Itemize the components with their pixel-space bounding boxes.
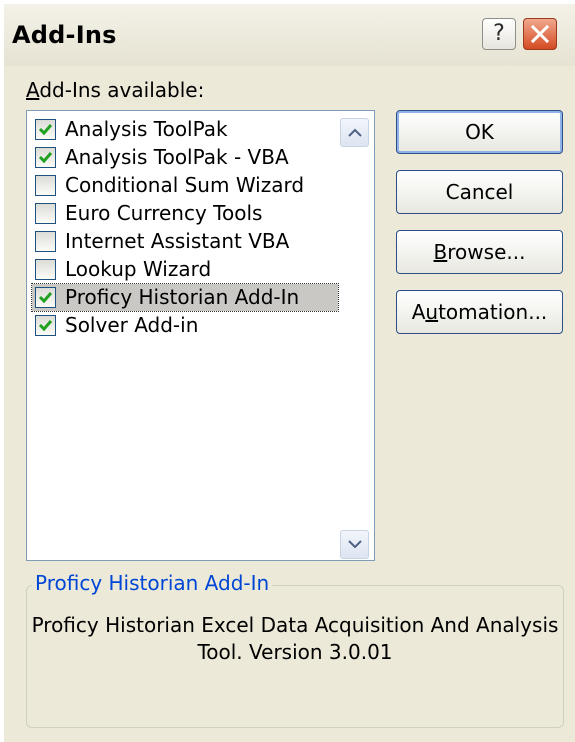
checkbox[interactable] xyxy=(35,287,56,308)
checkbox[interactable] xyxy=(35,147,56,168)
checkmark-icon xyxy=(38,292,53,304)
list-item[interactable]: Internet Assistant VBA xyxy=(32,228,338,255)
checkbox[interactable] xyxy=(35,203,56,224)
description-line-2: Tool. Version 3.0.01 xyxy=(197,640,393,664)
close-button[interactable] xyxy=(523,18,557,50)
add-ins-listbox[interactable]: Analysis ToolPak Analysis ToolPak - VBA Co… xyxy=(26,110,375,561)
browse-button[interactable]: Browse... xyxy=(396,230,563,274)
list-item[interactable]: Euro Currency Tools xyxy=(32,200,338,227)
group-title: Proficy Historian Add-In xyxy=(32,571,273,595)
add-in-description: Proficy Historian Excel Data Acquisition… xyxy=(26,612,564,666)
list-item[interactable]: Analysis ToolPak xyxy=(32,116,338,143)
checkbox[interactable] xyxy=(35,259,56,280)
list-item[interactable]: Lookup Wizard xyxy=(32,256,338,283)
checkbox[interactable] xyxy=(35,231,56,252)
list-item-label: Analysis ToolPak xyxy=(65,117,228,141)
list-item-label: Internet Assistant VBA xyxy=(65,229,290,253)
checkbox[interactable] xyxy=(35,119,56,140)
add-ins-dialog: Add-Ins ? Add-Ins available: Analysis To… xyxy=(4,4,575,742)
chevron-down-icon xyxy=(348,540,362,549)
checkbox[interactable] xyxy=(35,175,56,196)
list-item-label: Analysis ToolPak - VBA xyxy=(65,145,289,169)
checkmark-icon xyxy=(38,320,53,332)
list-item-label: Lookup Wizard xyxy=(65,257,212,281)
chevron-up-icon xyxy=(348,128,362,137)
list-item-label: Solver Add-in xyxy=(65,313,199,337)
list-item[interactable]: Proficy Historian Add-In xyxy=(31,283,339,312)
description-line-1: Proficy Historian Excel Data Acquisition… xyxy=(31,613,559,637)
automation-button[interactable]: Automation... xyxy=(396,290,563,334)
list-item-label: Conditional Sum Wizard xyxy=(65,173,305,197)
scroll-down-button[interactable] xyxy=(340,530,369,559)
cancel-button[interactable]: Cancel xyxy=(396,170,563,214)
list-item-label: Proficy Historian Add-In xyxy=(65,285,300,309)
list-item-label: Euro Currency Tools xyxy=(65,201,263,225)
help-button[interactable]: ? xyxy=(482,18,516,50)
checkbox[interactable] xyxy=(35,315,56,336)
list-item[interactable]: Analysis ToolPak - VBA xyxy=(32,144,338,171)
dialog-title: Add-Ins xyxy=(12,21,117,49)
scroll-up-button[interactable] xyxy=(340,118,369,147)
add-ins-available-label: Add-Ins available: xyxy=(26,78,205,102)
list-item[interactable]: Conditional Sum Wizard xyxy=(32,172,338,199)
close-icon xyxy=(531,25,549,43)
list-item[interactable]: Solver Add-in xyxy=(32,312,338,339)
ok-button[interactable]: OK xyxy=(396,110,563,154)
title-bar[interactable]: Add-Ins ? xyxy=(4,4,575,66)
checkmark-icon xyxy=(38,124,53,136)
checkmark-icon xyxy=(38,152,53,164)
